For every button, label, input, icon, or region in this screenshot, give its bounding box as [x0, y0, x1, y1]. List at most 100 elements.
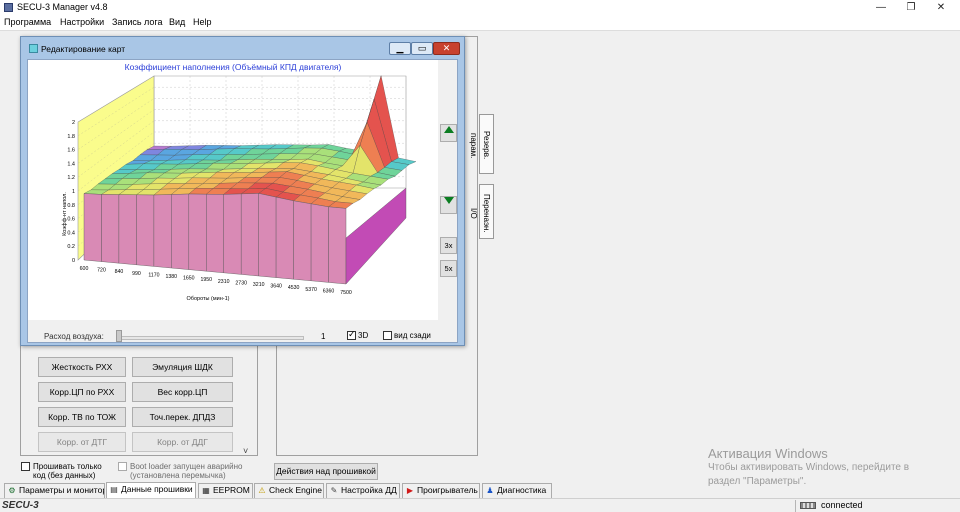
- connection-status: connected: [821, 500, 863, 510]
- z-tick-label: 1.8: [67, 134, 75, 140]
- close-button[interactable]: ✕: [926, 0, 956, 16]
- tab-label: EEPROM: [213, 485, 250, 495]
- front-bar-1950: [206, 193, 224, 274]
- engine-icon: ⚠: [258, 486, 266, 495]
- z-tick-label: 0.4: [67, 230, 75, 236]
- front-bar-4530: [293, 200, 312, 282]
- tab-check-engine[interactable]: ⚠ Check Engine: [254, 483, 324, 498]
- front-bar-1170: [153, 194, 172, 269]
- tab-label: Проигрыватель: [417, 485, 478, 495]
- tab-label: Check Engine: [269, 485, 322, 495]
- x-tick-label: 1950: [201, 277, 213, 283]
- front-bar-1380: [171, 193, 190, 270]
- flash-code-only-checkbox[interactable]: Прошивать только код (без данных): [21, 462, 113, 480]
- front-bar-5370: [310, 203, 329, 283]
- scroll-down-icon[interactable]: ˅: [243, 446, 248, 456]
- checkbox-icon[interactable]: [21, 462, 30, 471]
- increase-value-button[interactable]: [440, 124, 457, 142]
- zoom-5x-button[interactable]: 5x: [440, 260, 457, 277]
- menu-log[interactable]: Запись лога: [112, 17, 162, 27]
- dialog-maximize-button[interactable]: ▭: [411, 42, 433, 55]
- tps-switch-button[interactable]: Точ.перек. ДПДЗ: [132, 407, 233, 427]
- arrow-up-icon: [443, 126, 454, 133]
- tab-player[interactable]: ▶ Проигрыватель: [402, 483, 480, 498]
- checkbox-back-view[interactable]: вид сзади: [383, 331, 431, 341]
- tab-label: Данные прошивки: [121, 484, 193, 494]
- boot-loader-checkbox[interactable]: Boot loader запущен аварийно (установлен…: [118, 462, 255, 480]
- dialog-title: Редактирование карт: [41, 44, 126, 54]
- zoom-3x-button[interactable]: 3x: [440, 237, 457, 254]
- surface-chart-svg[interactable]: 0 0.2 0.4 0.6 0.8 1 1.2 1.4 1.6 1.8 2 600 720 840 990…: [28, 60, 438, 320]
- x-tick-label: 1380: [166, 274, 178, 280]
- air-flow-value: 1: [321, 332, 326, 341]
- tab-label: Настройка ДД: [341, 485, 397, 495]
- cp-weight-button[interactable]: Вес корр.ЦП: [132, 382, 233, 402]
- decrease-value-button[interactable]: [440, 196, 457, 214]
- restore-button[interactable]: ❐: [896, 0, 926, 16]
- app-icon: [4, 3, 13, 12]
- tab-remap-io[interactable]: Перенаэн. I/O: [469, 184, 494, 239]
- lambda-emulation-button[interactable]: Эмуляция ШДК: [132, 357, 233, 377]
- tab-reserve-params[interactable]: Резерв. парам.: [469, 114, 494, 174]
- corr-cp-idle-button[interactable]: Корр.ЦП по РХХ: [38, 382, 126, 402]
- gear-icon: ⚙: [8, 486, 16, 495]
- front-bar-3210: [258, 193, 277, 278]
- x-tick-label: 3640: [270, 284, 282, 290]
- tab-firmware-data[interactable]: ▤ Данные прошивки: [106, 482, 196, 498]
- surface-chart[interactable]: 0 0.2 0.4 0.6 0.8 1 1.2 1.4 1.6 1.8 2 600 720 840 990…: [28, 60, 438, 320]
- x-tick-label: 2310: [218, 279, 230, 285]
- map-editor-dialog: Редактирование карт ▁ ▭ ✕ 0 0.2 0.4 0.6 0.8 1…: [20, 36, 465, 346]
- tab-params-monitor[interactable]: ⚙ Параметры и монитор: [4, 483, 105, 498]
- minimize-button[interactable]: —: [866, 0, 896, 16]
- x-tick-label: 2730: [235, 280, 247, 286]
- front-bar-2730: [240, 193, 259, 277]
- front-bar-3640: [275, 196, 294, 280]
- activation-watermark-title: Активация Windows: [708, 446, 828, 461]
- corr-ddg-button[interactable]: Корр. от ДДГ: [132, 432, 233, 452]
- menu-program[interactable]: Программа: [4, 17, 51, 27]
- checkbox-3d-label: 3D: [358, 331, 369, 340]
- tab-sensor-setup[interactable]: ✎ Настройка ДД: [326, 483, 400, 498]
- tab-diagnostics[interactable]: ♟ Диагностика: [482, 483, 552, 498]
- air-flow-slider-thumb[interactable]: [116, 330, 122, 342]
- air-flow-label: Расход воздуха:: [44, 332, 104, 341]
- activation-watermark-line2: раздел "Параметры".: [708, 476, 807, 487]
- checkbox-checked-icon[interactable]: [347, 329, 356, 341]
- tab-eeprom[interactable]: ▦ EEPROM: [198, 483, 253, 498]
- chip-icon: ▤: [110, 485, 118, 494]
- dialog-icon: [29, 44, 38, 53]
- dialog-minimize-button[interactable]: ▁: [389, 42, 411, 55]
- z-tick-label: 0.8: [67, 203, 75, 209]
- front-face-bars: [83, 193, 347, 285]
- front-bar-990: [136, 194, 155, 267]
- menu-view[interactable]: Вид: [169, 17, 185, 27]
- air-flow-slider-track[interactable]: [118, 336, 304, 340]
- firmware-actions-button[interactable]: Действия над прошивкой: [274, 463, 378, 480]
- menu-bar: Программа Настройки Запись лога Вид Help: [0, 16, 960, 30]
- checkbox-back-view-label: вид сзади: [394, 331, 431, 340]
- corr-tv-coolant-button[interactable]: Корр. ТВ по ТОЖ: [38, 407, 126, 427]
- connection-icon: [800, 502, 816, 509]
- z-tick-label: 0: [72, 258, 75, 264]
- memory-icon: ▦: [202, 486, 210, 495]
- title-bar: SECU-3 Manager v4.8 — ❐ ✕: [0, 0, 960, 16]
- diagnostics-icon: ♟: [486, 486, 494, 495]
- checkbox-icon[interactable]: [118, 462, 127, 471]
- chart-title: Коэффициент наполнения (Объёмный КПД дви…: [124, 62, 342, 72]
- x-tick-label: 4530: [288, 285, 300, 291]
- x-tick-label: 840: [115, 269, 124, 275]
- z-tick-label: 0.2: [67, 244, 75, 250]
- x-tick-label: 6360: [323, 288, 335, 294]
- menu-help[interactable]: Help: [193, 17, 212, 27]
- dialog-client: 0 0.2 0.4 0.6 0.8 1 1.2 1.4 1.6 1.8 2 600 720 840 990…: [27, 59, 458, 343]
- idle-stiffness-button[interactable]: Жесткость РХХ: [38, 357, 126, 377]
- right-side-face: [345, 187, 407, 285]
- corr-dtg-button[interactable]: Корр. от ДТГ: [38, 432, 126, 452]
- front-bar-2310: [223, 193, 242, 275]
- menu-settings[interactable]: Настройки: [60, 17, 104, 27]
- checkbox-3d[interactable]: 3D: [347, 329, 369, 341]
- x-tick-label: 1650: [183, 276, 195, 282]
- dialog-close-button[interactable]: ✕: [433, 42, 460, 55]
- bottom-tab-bar: ⚙ Параметры и монитор ▤ Данные прошивки ▦ E…: [0, 482, 960, 498]
- checkbox-icon[interactable]: [383, 331, 392, 341]
